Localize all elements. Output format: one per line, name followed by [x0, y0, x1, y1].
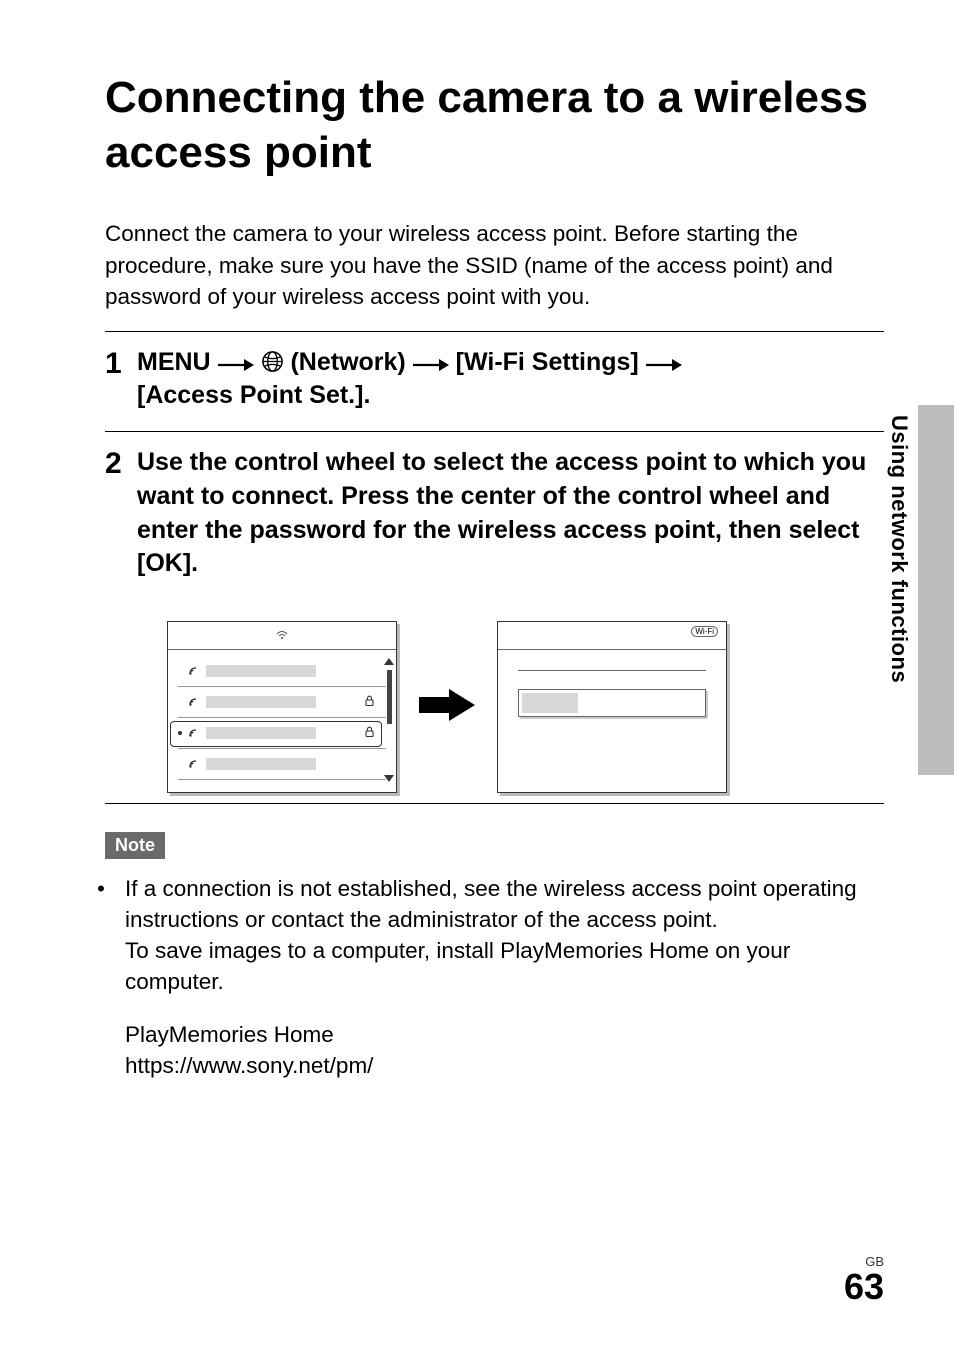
arrow-right-icon [218, 348, 254, 362]
step-number: 1 [105, 346, 137, 382]
globe-icon [261, 349, 284, 372]
ssid-placeholder [206, 665, 316, 677]
access-point-row [178, 751, 386, 777]
step-2-body: Use the control wheel to select the acce… [137, 446, 884, 581]
wifi-settings-label: [Wi-Fi Settings] [456, 348, 639, 376]
ssid-placeholder [206, 727, 316, 739]
access-point-label: [Access Point Set.]. [137, 381, 370, 409]
scrollbar [387, 670, 392, 724]
arrow-right-icon [419, 687, 475, 728]
password-input [518, 689, 706, 717]
product-name: PlayMemories Home [125, 1022, 334, 1047]
signal-icon [188, 726, 200, 741]
step-1-body: MENU (Network) [Wi-Fi Settings] [Access … [137, 346, 884, 414]
arrow-right-icon [646, 348, 682, 362]
intro-paragraph: Connect the camera to your wireless acce… [105, 218, 884, 313]
ssid-placeholder [206, 758, 316, 770]
access-point-row [178, 689, 386, 715]
password-entry-screen: Wi-Fi [497, 621, 727, 793]
access-point-list-screen [167, 621, 397, 793]
divider [105, 803, 884, 804]
lock-icon [365, 726, 374, 740]
ssid-placeholder [206, 696, 316, 708]
note-text-2: To save images to a computer, install Pl… [125, 938, 790, 994]
signal-icon [188, 695, 200, 710]
wifi-status-icon [276, 630, 288, 643]
selection-dot [178, 731, 182, 735]
arrow-right-icon [413, 348, 449, 362]
screen-header: Wi-Fi [498, 622, 726, 650]
note-bullet: •If a connection is not established, see… [105, 873, 884, 997]
lock-icon [365, 695, 374, 709]
note-label: Note [105, 832, 165, 859]
access-point-row-selected [178, 720, 386, 746]
step-number: 2 [105, 446, 137, 482]
network-label: (Network) [290, 348, 405, 376]
password-fill [522, 693, 578, 713]
page-footer: GB 63 [844, 1254, 884, 1305]
scroll-up-icon [384, 658, 394, 665]
note-text-1: If a connection is not established, see … [125, 876, 857, 932]
step-2: 2 Use the control wheel to select the ac… [105, 432, 884, 599]
signal-icon [188, 664, 200, 679]
page-title: Connecting the camera to a wireless acce… [105, 70, 884, 180]
section-label: Using network functions [886, 415, 912, 683]
side-tab [918, 405, 954, 775]
signal-icon [188, 757, 200, 772]
wifi-badge: Wi-Fi [691, 626, 718, 637]
playmemories-block: PlayMemories Home https://www.sony.net/p… [105, 1019, 884, 1081]
menu-label: MENU [137, 348, 211, 376]
access-point-row [178, 658, 386, 684]
ssid-line [518, 670, 706, 671]
scroll-down-icon [384, 775, 394, 782]
step-1: 1 MENU (Network) [Wi-Fi Settings] [Acces… [105, 332, 884, 432]
screen-header [168, 622, 396, 650]
page-number: 63 [844, 1269, 884, 1305]
screen-illustrations: Wi-Fi [167, 621, 884, 793]
product-url: https://www.sony.net/pm/ [125, 1053, 373, 1078]
